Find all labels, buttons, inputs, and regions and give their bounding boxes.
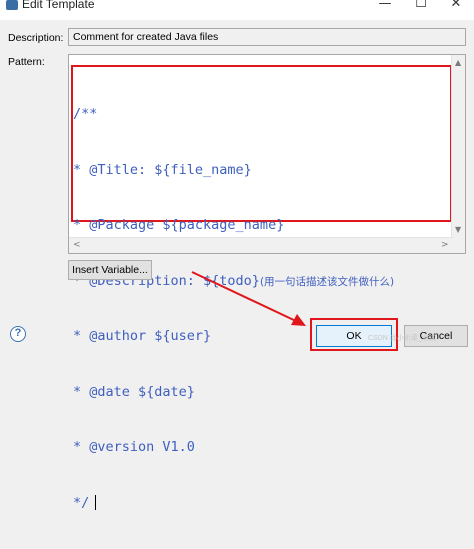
pattern-text-area[interactable]: /** * @Title: ${file_name} * @Package ${… (69, 55, 453, 511)
pattern-line: /** (73, 106, 98, 122)
scroll-down-icon[interactable]: ▼ (455, 225, 461, 234)
template-icon (6, 0, 18, 10)
scroll-up-icon[interactable]: ▲ (455, 58, 461, 67)
pattern-label: Pattern: (8, 56, 45, 68)
title-bar: Edit Template — ☐ ✕ (0, 0, 474, 20)
pattern-line: * @date ${date} (73, 383, 195, 400)
vertical-scrollbar[interactable]: ▲ ▼ (451, 55, 465, 238)
pattern-line: * @Title: ${file_name} (73, 161, 252, 178)
pattern-code: /** * @Title: ${file_name} * @Package ${… (73, 68, 394, 549)
pattern-line: */ (73, 494, 90, 511)
window-title: Edit Template (22, 0, 95, 11)
close-button[interactable]: ✕ (441, 0, 471, 14)
pattern-editor[interactable]: /** * @Title: ${file_name} * @Package ${… (68, 54, 466, 511)
scroll-left-icon[interactable]: < (73, 240, 81, 250)
pattern-line-last: */ (73, 494, 394, 513)
description-label: Description: (8, 32, 64, 44)
maximize-button[interactable]: ☐ (406, 0, 436, 14)
watermark: CSDN @小趴菜_测试 (368, 335, 436, 342)
insert-variable-button[interactable]: Insert Variable... (68, 260, 152, 280)
minimize-button[interactable]: — (370, 0, 400, 14)
scrollbar-corner (452, 238, 465, 253)
pattern-line: * @Package ${package_name} (73, 217, 285, 233)
description-field[interactable]: Comment for created Java files (68, 28, 466, 46)
help-icon[interactable]: ? (10, 326, 26, 342)
text-caret (95, 495, 97, 510)
horizontal-scrollbar[interactable]: < > (69, 237, 453, 253)
description-note: (用一句话描述该文件做什么) (259, 275, 395, 288)
pattern-line: * @version V1.0 (73, 439, 195, 455)
scroll-right-icon[interactable]: > (441, 240, 449, 250)
